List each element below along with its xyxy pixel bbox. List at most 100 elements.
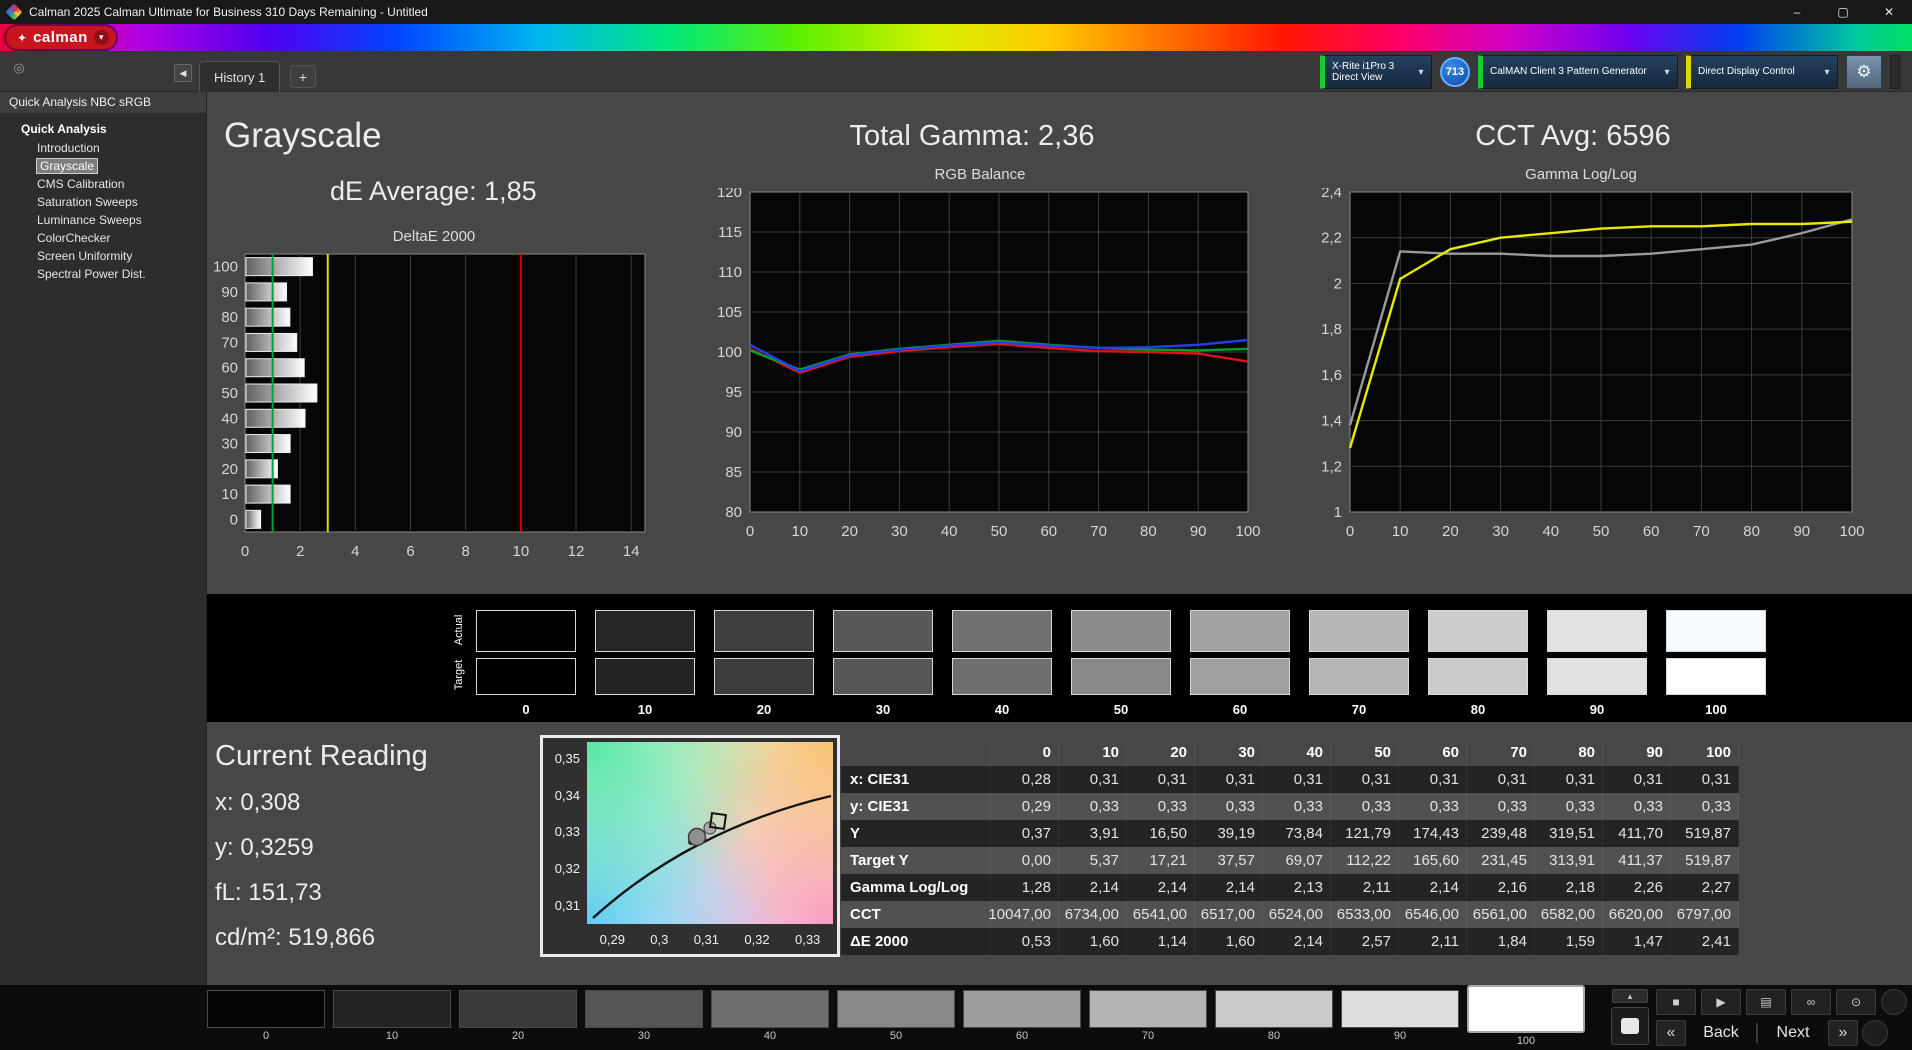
target-swatch <box>714 658 814 695</box>
svg-text:6: 6 <box>406 543 414 560</box>
level-button-20[interactable]: 20 <box>459 990 577 1042</box>
value-cell: 0,33 <box>1127 793 1195 820</box>
meter-badge[interactable]: 713 <box>1440 57 1470 87</box>
meter-selector[interactable]: X-Rite i1Pro 3 Direct View ▾ <box>1320 55 1432 89</box>
workspace-icon[interactable]: ◎ <box>10 59 28 77</box>
level-button-90[interactable]: 90 <box>1341 990 1459 1042</box>
reading-y: y: 0,3259 <box>215 834 428 862</box>
results-corner-cell <box>841 739 991 766</box>
level-button-40[interactable]: 40 <box>711 990 829 1042</box>
current-reading-title: Current Reading <box>215 740 428 773</box>
pattern-window-button[interactable] <box>1611 1007 1649 1045</box>
value-cell: 6620,00 <box>1603 901 1671 928</box>
target-swatch <box>1666 658 1766 695</box>
deltae-chart-title: DeltaE 2000 <box>199 228 669 250</box>
level-swatch <box>333 990 451 1028</box>
next-chevrons-icon[interactable]: » <box>1828 1020 1858 1046</box>
swatch-level-label: 80 <box>1428 702 1528 717</box>
swatch-level-label: 0 <box>476 702 576 717</box>
tab-history-1[interactable]: History 1 <box>199 61 280 92</box>
svg-text:0: 0 <box>1346 523 1354 540</box>
workflow-sidebar: Quick Analysis NBC sRGB Quick Analysis I… <box>0 92 207 985</box>
results-row-x-cie31: x: CIE310,280,310,310,310,310,310,310,31… <box>841 766 1739 793</box>
value-cell: 6541,00 <box>1127 901 1195 928</box>
cie-x-tick-label: 0,29 <box>600 932 625 947</box>
back-button[interactable]: Back <box>1690 1024 1752 1042</box>
sidebar-item-luminance-sweeps[interactable]: Luminance Sweeps <box>0 211 206 229</box>
level-button-70[interactable]: 70 <box>1089 990 1207 1042</box>
cie-x-tick-label: 0,33 <box>795 932 820 947</box>
sidebar-collapse-button[interactable]: ◀ <box>174 64 192 82</box>
up-arrow-button[interactable]: ▴ <box>1612 989 1648 1003</box>
grayscale-column-70: 70 <box>1309 610 1409 717</box>
display-control-selector[interactable]: Direct Display Control ▾ <box>1686 55 1838 89</box>
column-header-70: 70 <box>1467 739 1535 766</box>
play-button[interactable]: ▶ <box>1701 989 1741 1015</box>
value-cell: 2,26 <box>1603 874 1671 901</box>
cie-y-tick-label: 0,34 <box>543 788 585 803</box>
svg-text:80: 80 <box>1743 523 1760 540</box>
settings-gear-button[interactable]: ⚙ <box>1846 55 1882 89</box>
cie-x-tick-label: 0,31 <box>694 932 719 947</box>
grayscale-column-40: 40 <box>952 610 1052 717</box>
sidebar-item-colorchecker[interactable]: ColorChecker <box>0 229 206 247</box>
svg-text:1,8: 1,8 <box>1321 321 1342 338</box>
row-label: Gamma Log/Log <box>841 874 991 901</box>
save-button[interactable]: ▤ <box>1746 989 1786 1015</box>
sidebar-item-cms-calibration[interactable]: CMS Calibration <box>0 175 206 193</box>
level-button-30[interactable]: 30 <box>585 990 703 1042</box>
grayscale-column-80: 80 <box>1428 610 1528 717</box>
actual-swatch <box>1309 610 1409 652</box>
svg-text:40: 40 <box>1542 523 1559 540</box>
level-button-10[interactable]: 10 <box>333 990 451 1042</box>
value-cell: 0,33 <box>1535 793 1603 820</box>
actual-swatch <box>1190 610 1290 652</box>
target-row-label: Target <box>453 653 465 697</box>
level-button-60[interactable]: 60 <box>963 990 1081 1042</box>
value-cell: 1,60 <box>1059 928 1127 955</box>
toolbar-edge-button[interactable] <box>1890 55 1900 89</box>
level-label: 100 <box>1467 1035 1585 1047</box>
gamma-loglog-chart: Gamma Log/Log 010203040506070809010011,2… <box>1298 166 1864 545</box>
calman-menu-button[interactable]: ✦ calman ▾ <box>6 26 116 49</box>
add-tab-button[interactable]: + <box>290 65 316 88</box>
value-cell: 6524,00 <box>1263 901 1331 928</box>
circle-button-bottom[interactable] <box>1862 1020 1888 1046</box>
toolbar: ◎ ◀ History 1 + X-Rite i1Pro 3 Direct Vi… <box>0 51 1912 92</box>
next-button[interactable]: Next <box>1762 1024 1824 1042</box>
close-button[interactable]: ✕ <box>1866 0 1912 24</box>
sidebar-item-spectral-power-dist[interactable]: Spectral Power Dist. <box>0 265 206 283</box>
chevron-down-icon: ▾ <box>1414 67 1428 78</box>
chevron-down-icon: ▾ <box>94 30 109 45</box>
minimize-button[interactable]: – <box>1774 0 1820 24</box>
cie-x-axis: 0,290,30,310,320,33 <box>587 928 833 950</box>
level-button-80[interactable]: 80 <box>1215 990 1333 1042</box>
value-cell: 2,57 <box>1331 928 1399 955</box>
stop-button[interactable]: ■ <box>1656 989 1696 1015</box>
level-button-50[interactable]: 50 <box>837 990 955 1042</box>
gamma-chart-plot: 010203040506070809010011,21,41,61,822,22… <box>1298 188 1864 540</box>
level-label: 80 <box>1215 1030 1333 1042</box>
level-button-100[interactable]: 100 <box>1467 990 1585 1047</box>
sidebar-item-introduction[interactable]: Introduction <box>0 139 206 157</box>
svg-text:2,4: 2,4 <box>1321 188 1342 201</box>
value-cell: 0,31 <box>1127 766 1195 793</box>
value-cell: 37,57 <box>1195 847 1263 874</box>
logo-bar: ✦ calman ▾ <box>0 24 1912 51</box>
pattern-generator-selector[interactable]: CalMAN Client 3 Pattern Generator ▾ <box>1478 55 1678 89</box>
sidebar-item-saturation-sweeps[interactable]: Saturation Sweeps <box>0 193 206 211</box>
grayscale-column-30: 30 <box>833 610 933 717</box>
sidebar-item-grayscale[interactable]: Grayscale <box>0 157 206 175</box>
value-cell: 0,29 <box>991 793 1059 820</box>
value-cell: 6582,00 <box>1535 901 1603 928</box>
circle-button-top[interactable] <box>1881 989 1907 1015</box>
sidebar-item-screen-uniformity[interactable]: Screen Uniformity <box>0 247 206 265</box>
svg-text:1: 1 <box>1334 504 1342 521</box>
link-button[interactable]: ∞ <box>1791 989 1831 1015</box>
chevron-down-icon: ▾ <box>1820 67 1834 78</box>
power-button[interactable]: ⊙ <box>1836 989 1876 1015</box>
level-button-0[interactable]: 0 <box>207 990 325 1042</box>
sidebar-root-quick-analysis[interactable]: Quick Analysis <box>21 122 206 136</box>
maximize-button[interactable]: ▢ <box>1820 0 1866 24</box>
back-chevrons-icon[interactable]: « <box>1656 1020 1686 1046</box>
